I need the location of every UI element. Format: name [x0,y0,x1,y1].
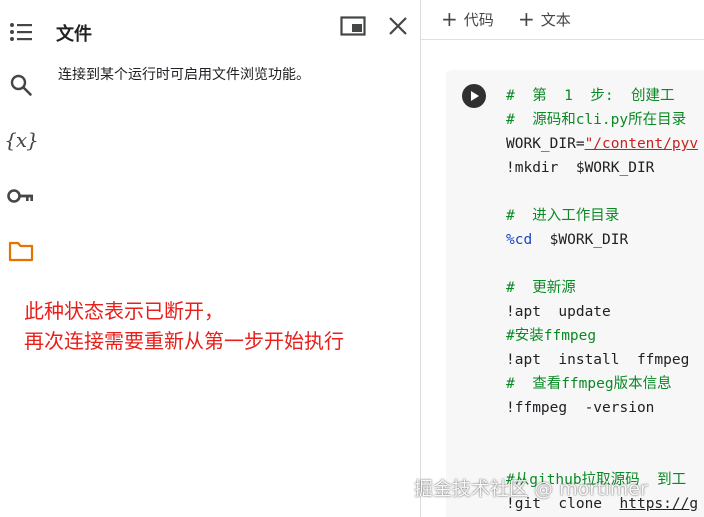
plus-icon: + [518,7,535,31]
code-token: !mkdir $WORK_DIR [506,160,655,176]
search-icon [9,73,33,97]
code-token: # 查看ffmpeg版本信息 [506,376,672,392]
add-code-cell-button[interactable]: + 代码 [441,6,494,32]
table-of-contents-button[interactable] [6,17,36,47]
code-editor[interactable]: # 第 1 步: 创建工 # 源码和cli.py所在目录 WORK_DIR="/co… [506,84,698,517]
code-token: WORK_DIR= [506,136,585,152]
disconnected-annotation: 此种状态表示已断开， 再次连接需要重新从第一步开始执行 [24,299,344,353]
code-token: !ffmpeg -version [506,400,655,416]
play-icon [468,87,480,106]
files-panel: 文件 连接到某个运行时可启用文件浏览功能。 此种状态表示已断开， 再次连接需要重… [24,0,420,517]
code-line: # 进入工作目录 [506,204,698,228]
code-token: # 更新源 [506,280,576,296]
code-line: # 更新源 [506,276,698,300]
code-line: # 第 1 步: 创建工 [506,84,698,108]
close-icon [388,16,408,40]
close-panel-button[interactable] [384,14,412,42]
code-token: $WORK_DIR [532,232,629,248]
code-line: #安装ffmpeg [506,324,698,348]
list-icon [9,22,33,42]
plus-icon: + [441,7,458,31]
watermark: 掘金技术社区 @ mortimer [414,478,648,500]
left-rail: {x} [0,0,42,517]
files-button[interactable] [6,236,36,266]
code-line: !ffmpeg -version [506,396,698,420]
panel-divider[interactable] [420,0,421,517]
run-cell-button[interactable] [462,84,486,108]
code-line: %cd $WORK_DIR [506,228,698,252]
variables-button[interactable]: {x} [4,125,39,155]
open-in-tab-icon [340,16,366,40]
code-line: !apt update [506,300,698,324]
code-token: # 第 1 步: 创建工 [506,88,675,104]
code-token: "/content/pyv [584,136,699,152]
notebook-toolbar: + 代码 + 文本 [421,0,704,40]
code-token: %cd [506,232,533,248]
code-token: !apt update [506,304,611,320]
variables-icon: {x} [4,128,39,152]
open-in-tab-button[interactable] [339,14,367,42]
code-line: # 查看ffmpeg版本信息 [506,372,698,396]
code-token: # 源码和cli.py所在目录 [506,112,687,128]
code-token: #安装ffmpeg [506,328,597,344]
add-code-label: 代码 [463,10,494,29]
code-cell[interactable]: # 第 1 步: 创建工 # 源码和cli.py所在目录 WORK_DIR="/co… [446,70,704,517]
code-line: !apt install ffmpeg [506,348,698,372]
add-text-cell-button[interactable]: + 文本 [518,6,571,32]
secrets-button[interactable] [6,181,36,211]
code-token: !apt install ffmpeg [506,352,690,368]
code-line: # 源码和cli.py所在目录 [506,108,698,132]
panel-title: 文件 [56,24,92,45]
files-unavailable-message: 连接到某个运行时可启用文件浏览功能。 [58,67,310,83]
code-line: WORK_DIR="/content/pyv [506,132,698,156]
code-line: !mkdir $WORK_DIR [506,156,698,180]
add-text-label: 文本 [540,10,571,29]
key-icon [7,188,35,204]
code-token: # 进入工作目录 [506,208,620,224]
search-button[interactable] [6,70,36,100]
folder-icon [8,240,34,262]
